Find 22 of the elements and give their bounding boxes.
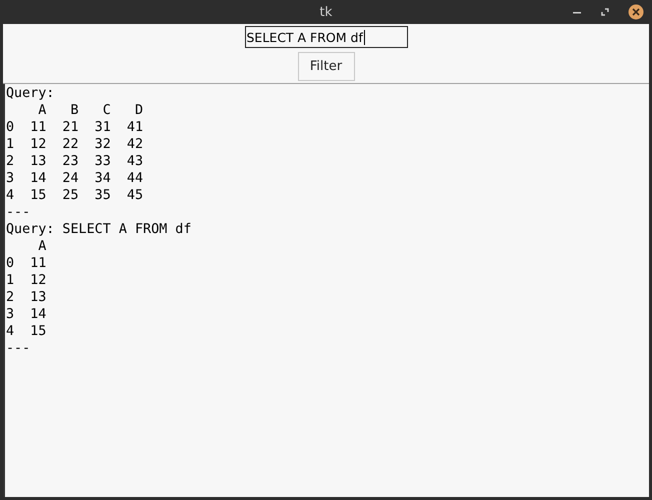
output-line: --- [6,340,30,357]
window-title: tk [320,4,332,20]
output-line: --- [6,204,30,221]
output-line: 0 11 [6,255,46,272]
query-field[interactable]: SELECT A FROM df [244,26,408,48]
output-line: 2 13 23 33 43 [6,153,144,170]
output-line: A B C D [37,102,144,119]
output-line: 0 11 21 31 41 [6,119,144,136]
output-line: A [37,238,46,255]
output-line: 4 15 25 35 45 [6,187,144,204]
output-line: 3 14 24 34 44 [6,170,144,187]
output-line: Query: SELECT A FROM df [6,221,192,238]
output-line: 2 13 [6,289,46,306]
output-line: 1 12 [6,272,46,289]
close-icon[interactable] [628,4,644,20]
output-text-area[interactable]: Query: A B C D 0 11 21 31 41 1 12 22 32 42 2 13 23 33 43 3 14 24 34 44 4 15 25 35 45 --- Query: SELECT A FROM df A 0 11 1 12 2 13 3 14 4 15 --- [3,84,649,497]
output-line: 4 15 [6,323,46,340]
output-line: Query: [6,85,54,102]
filter-button[interactable]: Filter [298,52,354,81]
restore-icon[interactable] [600,7,610,17]
output-line: 1 12 22 32 42 [6,136,144,153]
output-line: 3 14 [6,306,46,323]
